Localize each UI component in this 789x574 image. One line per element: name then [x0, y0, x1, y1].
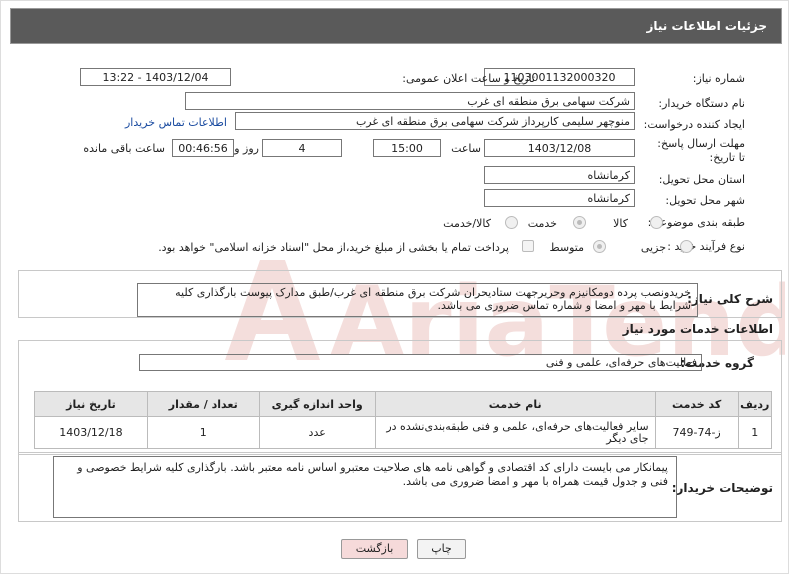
col-qty: تعداد / مقدار: [146, 391, 260, 417]
category-goods-service-label: کالا/خدمت: [443, 217, 491, 230]
days-field: 4: [262, 139, 342, 157]
cell-name: سایر فعالیت‌های حرفه‌ای، علمی و فنی طبقه…: [374, 416, 656, 449]
col-name: نام خدمت: [374, 391, 656, 417]
back-button[interactable]: بازگشت: [341, 539, 408, 559]
deadline-label: مهلت ارسال پاسخ: تا تاریخ:: [657, 137, 745, 164]
cell-row: 1: [737, 416, 773, 449]
process-label: نوع فرآیند خرید :: [667, 240, 745, 253]
buyer-notes-label: توضیحات خریدار:: [671, 481, 773, 495]
process-medium-label: متوسط: [549, 241, 584, 254]
payment-note: پرداخت تمام یا بخشی از مبلغ خرید،از محل …: [158, 241, 509, 254]
category-goods-label: کالا: [613, 217, 628, 230]
process-medium-radio[interactable]: [593, 240, 606, 253]
category-service-label: خدمت: [527, 217, 557, 230]
table-header-row: ردیف کد خدمت نام خدمت واحد اندازه گیری ت…: [34, 391, 773, 417]
cell-code: ز-74-749: [654, 416, 739, 449]
process-minor-label: جزیی: [640, 241, 666, 254]
deadline-date-field: 1403/12/08: [484, 139, 635, 157]
service-group-field: فعالیت‌های حرفه‌ای، علمی و فنی: [139, 354, 702, 371]
summary-field: خریدونصب پرده دومکانیزم وحریرجهت ستادیحر…: [137, 283, 698, 317]
requester-field: منوچهر سلیمی کارپرداز شرکت سهامی برق منط…: [235, 112, 635, 130]
buyer-org-field: شرکت سهامی برق منطقه ای غرب: [185, 92, 635, 110]
col-unit: واحد اندازه گیری: [258, 391, 376, 417]
announce-field: 1403/12/04 - 13:22: [80, 68, 231, 86]
remaining-label: ساعت باقی مانده: [83, 142, 165, 155]
cell-date: 1403/12/18: [34, 416, 148, 449]
category-goods-service-radio[interactable]: [505, 216, 518, 229]
days-label: روز و: [234, 142, 259, 155]
deadline-time-field: 15:00: [373, 139, 441, 157]
city-label: شهر محل تحویل:: [665, 194, 745, 207]
col-date: تاریخ نیاز: [34, 391, 148, 417]
city-field: کرمانشاه: [484, 189, 635, 207]
cell-qty: 1: [146, 416, 260, 449]
process-minor-radio[interactable]: [680, 240, 693, 253]
treasury-payment-checkbox[interactable]: [522, 240, 534, 252]
page-title: جزئیات اطلاعات نیاز: [646, 19, 767, 33]
province-label: استان محل تحویل:: [658, 173, 745, 186]
services-table: ردیف کد خدمت نام خدمت واحد اندازه گیری ت…: [34, 391, 773, 449]
category-service-radio[interactable]: [573, 216, 586, 229]
table-row: 1 ز-74-749 سایر فعالیت‌های حرفه‌ای، علمی…: [34, 416, 773, 449]
buyer-org-label: نام دستگاه خریدار:: [658, 97, 745, 110]
announce-label: تاریخ و ساعت اعلان عمومی:: [402, 72, 535, 85]
need-number-label: شماره نیاز:: [692, 72, 745, 85]
cell-unit: عدد: [258, 416, 376, 449]
buyer-notes-field: پیمانکار می بایست دارای کد اقتصادی و گوا…: [53, 456, 677, 518]
page-header: جزئیات اطلاعات نیاز: [10, 8, 782, 44]
col-row: ردیف: [737, 391, 773, 417]
services-section-title: اطلاعات خدمات مورد نیاز: [622, 322, 773, 336]
col-code: کد خدمت: [654, 391, 739, 417]
buyer-contact-link[interactable]: اطلاعات تماس خریدار: [125, 116, 227, 129]
print-button[interactable]: چاپ: [417, 539, 466, 559]
remaining-time-field: 00:46:56: [172, 139, 234, 157]
province-field: کرمانشاه: [484, 166, 635, 184]
category-goods-radio[interactable]: [650, 216, 663, 229]
summary-label: شرح کلی نیاز:: [687, 292, 773, 306]
requester-label: ایجاد کننده درخواست:: [643, 118, 745, 131]
time-label: ساعت: [451, 142, 481, 155]
